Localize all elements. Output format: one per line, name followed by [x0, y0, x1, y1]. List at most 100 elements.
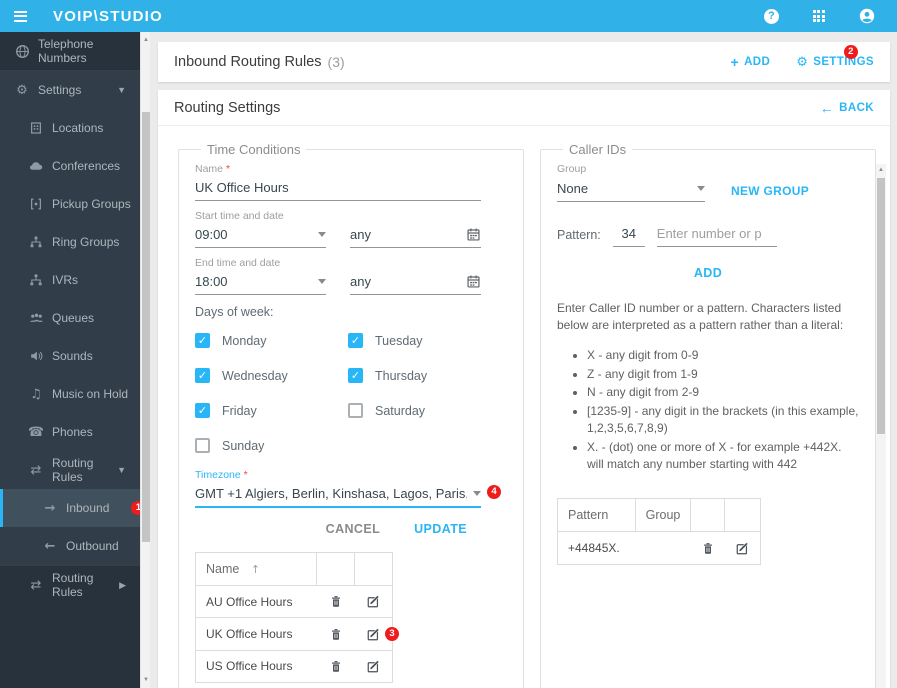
add-pattern-button[interactable]: ADD [694, 266, 722, 280]
day-friday[interactable]: Friday [195, 403, 348, 418]
sidebar-item-label: Routing Rules [52, 571, 94, 599]
main-scrollbar[interactable]: ▲ ▼ [140, 32, 150, 688]
sidebar-item-sounds[interactable]: Sounds [0, 337, 140, 375]
sort-up-icon: ↑ [250, 563, 261, 576]
sidebar-item-pickup-groups[interactable]: Pickup Groups [0, 185, 140, 223]
sidebar-item-routing-rules[interactable]: ⇄ Routing Rules ▼ [0, 451, 140, 489]
edit-icon[interactable] [735, 541, 750, 556]
sidebar-item-routing-rules-2[interactable]: ⇄ Routing Rules ▶ [0, 566, 140, 604]
sidebar-item-inbound[interactable]: → Inbound 1 [0, 489, 140, 527]
group-select[interactable]: None [557, 179, 705, 202]
scrollbar-thumb[interactable] [877, 178, 885, 434]
end-time-select[interactable]: 18:00 [195, 272, 326, 295]
edit-icon[interactable] [366, 627, 381, 642]
name-label: Name * [195, 163, 231, 175]
sidebar-item-telephone-numbers[interactable]: Telephone Numbers [0, 32, 140, 70]
pattern-input[interactable] [656, 224, 777, 247]
update-button[interactable]: UPDATE [414, 522, 467, 536]
help-bullet: X - any digit from 0-9 [587, 347, 859, 364]
day-tuesday[interactable]: Tuesday [348, 333, 498, 348]
sidebar-item-outbound[interactable]: ← Outbound [0, 527, 140, 565]
patterns-table-group-header[interactable]: Group [634, 498, 692, 533]
name-input[interactable] [195, 178, 481, 201]
back-button[interactable]: ← BACK [820, 100, 874, 116]
plus-icon: + [730, 54, 740, 70]
checkbox-friday[interactable] [195, 403, 210, 418]
add-button[interactable]: + ADD [731, 54, 771, 70]
sidebar-item-label: Conferences [52, 159, 121, 173]
sidebar-item-locations[interactable]: Locations [0, 109, 140, 147]
panel-scrollbar[interactable]: ▲ [876, 164, 886, 688]
time-conditions-fieldset: Time Conditions Name * Start time and da… [178, 142, 524, 688]
scroll-up-arrow[interactable]: ▲ [876, 164, 886, 176]
scrollbar-thumb[interactable] [142, 112, 150, 542]
shuffle-icon: ⇄ [30, 462, 42, 478]
start-date-picker[interactable]: any [350, 225, 481, 248]
delete-icon[interactable] [329, 659, 343, 674]
sidebar-item-settings[interactable]: ⚙ Settings ▼ [0, 71, 140, 109]
days-of-week-label: Days of week: [195, 305, 274, 319]
gear-icon: ⚙ [796, 54, 809, 70]
delete-icon[interactable] [329, 627, 343, 642]
help-icon[interactable]: ? [763, 8, 779, 24]
scroll-up-arrow[interactable]: ▲ [141, 34, 151, 46]
sidebar-item-phones[interactable]: ☎ Phones [0, 413, 140, 451]
start-label: Start time and date [195, 210, 284, 222]
day-sunday[interactable]: Sunday [195, 438, 348, 453]
timezone-select[interactable]: GMT +1 Algiers, Berlin, Kinshasa, Lagos,… [195, 484, 501, 508]
day-saturday[interactable]: Saturday [348, 403, 498, 418]
checkbox-wednesday[interactable] [195, 368, 210, 383]
music-note-icon: ♫ [30, 386, 42, 402]
rules-table-name-header[interactable]: Name ↑ [194, 552, 318, 586]
caller-ids-legend: Caller IDs [569, 142, 627, 157]
new-group-button[interactable]: NEW GROUP [731, 184, 809, 198]
calendar-icon[interactable] [466, 227, 481, 242]
checkbox-sunday[interactable] [195, 438, 210, 453]
apps-grid-icon[interactable] [812, 9, 825, 23]
sidebar-item-queues[interactable]: Queues [0, 299, 140, 337]
calendar-icon[interactable] [466, 274, 481, 289]
pattern-field: Pattern: [557, 224, 859, 247]
pattern-prefix-input[interactable] [612, 224, 645, 247]
start-time-select[interactable]: 09:00 [195, 225, 326, 248]
shuffle-icon: ⇄ [30, 577, 42, 593]
speaker-icon [28, 348, 44, 364]
sidebar-item-label: Outbound [66, 539, 119, 553]
edit-icon[interactable] [366, 659, 381, 674]
delete-icon[interactable] [701, 541, 715, 556]
scroll-down-arrow[interactable]: ▼ [141, 674, 151, 686]
sidebar-item-ring-groups[interactable]: Ring Groups [0, 223, 140, 261]
page-count: (3) [327, 54, 345, 70]
end-date-picker[interactable]: any [350, 272, 481, 295]
table-row: AU Office Hours [195, 584, 393, 618]
menu-hamburger-icon[interactable] [14, 10, 27, 22]
help-bullet: X. - (dot) one or more of X - for exampl… [587, 439, 859, 473]
sidebar-item-music-on-hold[interactable]: ♫ Music on Hold [0, 375, 140, 413]
sidebar-item-ivrs[interactable]: IVRs [0, 261, 140, 299]
tutorial-badge-4: 4 [487, 485, 501, 499]
topbar: VOIP\STUDIO ? [0, 0, 897, 32]
edit-icon[interactable] [366, 594, 381, 609]
checkbox-thursday[interactable] [348, 368, 363, 383]
patterns-table-pattern-header[interactable]: Pattern [557, 498, 636, 533]
sidebar-item-conferences[interactable]: Conferences [0, 147, 140, 185]
user-account-icon[interactable] [859, 8, 875, 24]
settings-button[interactable]: ⚙ SETTINGS 2 [796, 44, 874, 70]
tutorial-badge-2: 2 [844, 44, 858, 59]
caller-ids-fieldset: Caller IDs Group None NEW GROUP Pattern:… [540, 142, 876, 688]
panel-title: Routing Settings [174, 99, 281, 116]
cancel-button[interactable]: CANCEL [326, 522, 380, 536]
day-monday[interactable]: Monday [195, 333, 348, 348]
day-wednesday[interactable]: Wednesday [195, 368, 348, 383]
checkbox-saturday[interactable] [348, 403, 363, 418]
checkbox-tuesday[interactable] [348, 333, 363, 348]
help-bullet: Z - any digit from 1-9 [587, 366, 859, 383]
pattern-help-list: X - any digit from 0-9 Z - any digit fro… [587, 347, 859, 473]
dropdown-caret-icon [318, 232, 326, 237]
phone-icon: ☎ [27, 424, 45, 440]
end-field: End time and date 18:00 any [195, 257, 507, 295]
day-thursday[interactable]: Thursday [348, 368, 498, 383]
checkbox-monday[interactable] [195, 333, 210, 348]
group-label: Group [557, 163, 587, 175]
delete-icon[interactable] [329, 594, 343, 609]
